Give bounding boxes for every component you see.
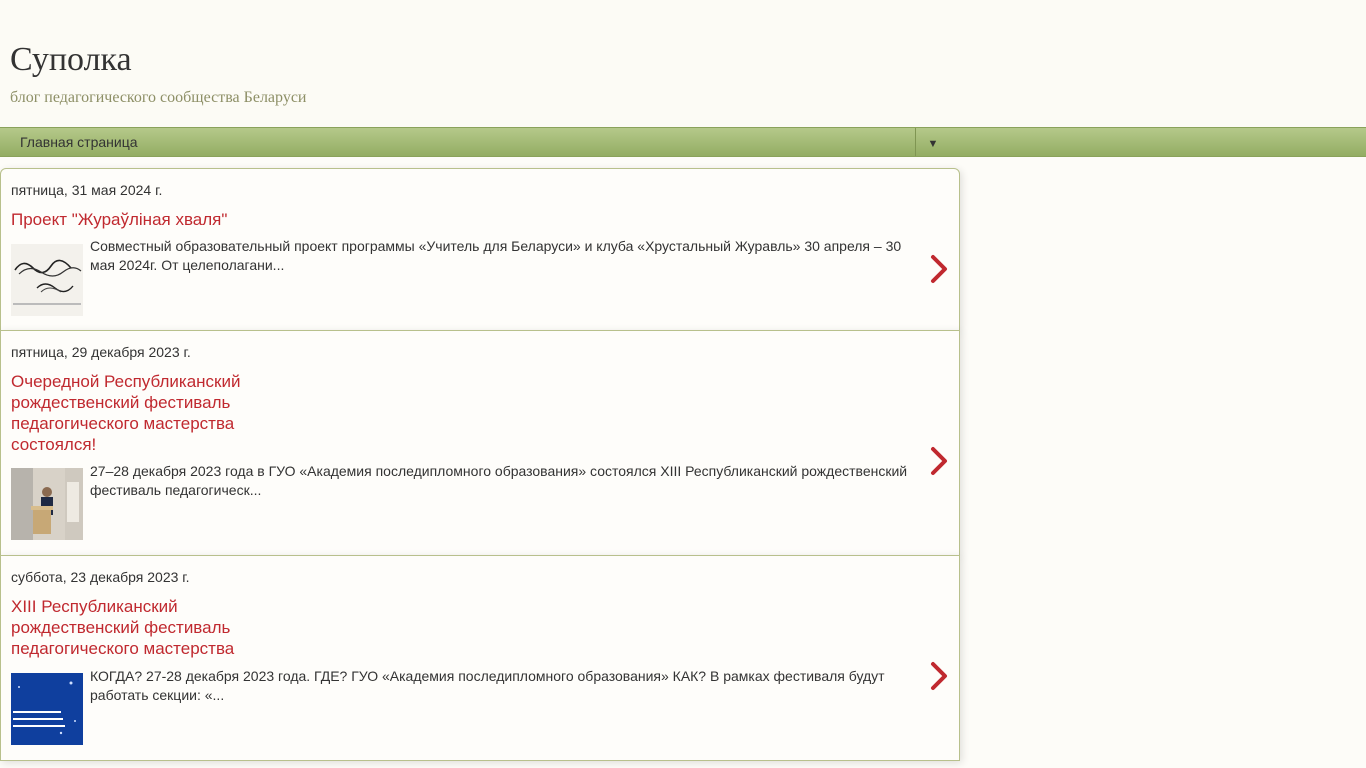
post-date: суббота, 23 декабря 2023 г. bbox=[11, 569, 190, 585]
post-snippet: КОГДА? 27-28 декабря 2023 года. ГДЕ? ГУО… bbox=[90, 668, 885, 703]
post-snippet: Совместный образовательный проект програ… bbox=[90, 238, 902, 273]
post-snippet: 27–28 декабря 2023 года в ГУО «Академия … bbox=[90, 463, 908, 498]
nav-divider bbox=[915, 128, 916, 156]
post-card: пятница, 29 декабря 2023 г. Очередной Ре… bbox=[0, 330, 960, 556]
chevron-right-icon[interactable] bbox=[925, 656, 953, 696]
crane-wave-thumbnail-icon bbox=[11, 244, 83, 316]
nav-dropdown-icon[interactable]: ▼ bbox=[922, 134, 944, 152]
festival-banner-thumbnail-icon bbox=[11, 673, 83, 745]
post-thumbnail[interactable] bbox=[11, 244, 83, 316]
post-title-link[interactable]: Проект "Жураўліная хваля" bbox=[11, 209, 411, 230]
post-date: пятница, 31 мая 2024 г. bbox=[11, 182, 163, 198]
post-title-link[interactable]: XIII Республиканский рождественский фест… bbox=[11, 596, 271, 659]
blog-description: блог педагогического сообщества Беларуси bbox=[10, 89, 307, 106]
chevron-right-icon[interactable] bbox=[925, 249, 953, 289]
post-card: пятница, 31 мая 2024 г. Проект "Жураўлін… bbox=[0, 168, 960, 331]
post-date: пятница, 29 декабря 2023 г. bbox=[11, 344, 191, 360]
chevron-right-icon[interactable] bbox=[925, 441, 953, 481]
blog-title[interactable]: Суполка bbox=[10, 38, 132, 82]
nav-item-home[interactable]: Главная страница bbox=[20, 134, 138, 150]
post-card: суббота, 23 декабря 2023 г. XIII Республ… bbox=[0, 555, 960, 761]
speaker-podium-thumbnail-icon bbox=[11, 468, 83, 540]
blog-header: Суполка блог педагогического сообщества … bbox=[0, 0, 1366, 127]
nav-bar: Главная страница ▼ bbox=[0, 127, 1366, 157]
post-thumbnail[interactable] bbox=[11, 468, 83, 540]
post-title-link[interactable]: Очередной Республиканский рождественский… bbox=[11, 371, 271, 455]
post-thumbnail[interactable] bbox=[11, 673, 83, 745]
